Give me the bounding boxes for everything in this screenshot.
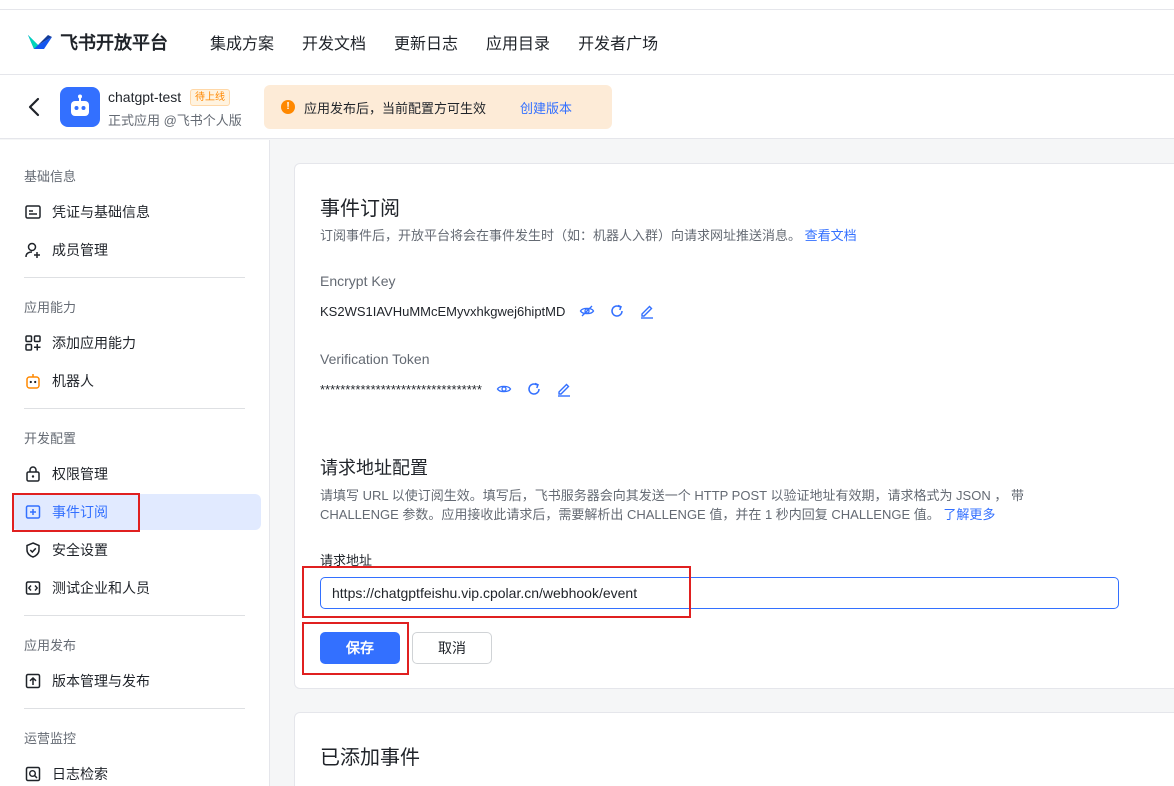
logo-text: 飞书开放平台 — [60, 33, 168, 53]
create-version-link[interactable]: 创建版本 — [520, 98, 572, 117]
sidebar-item-security[interactable]: 安全设置 — [12, 532, 261, 568]
learn-more-link[interactable]: 了解更多 — [943, 507, 995, 522]
verification-token-value: ******************************** — [320, 381, 482, 397]
sidebar-item-credentials[interactable]: 凭证与基础信息 — [12, 194, 261, 230]
sidebar-item-label: 添加应用能力 — [52, 335, 136, 351]
sidebar-item-label: 版本管理与发布 — [52, 673, 150, 689]
sidebar-item-label: 权限管理 — [52, 466, 108, 482]
sidebar-item-label: 日志检索 — [52, 766, 108, 782]
sidebar-group-dev-config: 开发配置 — [24, 431, 77, 446]
id-card-icon — [25, 205, 41, 219]
sidebar-item-permissions[interactable]: 权限管理 — [12, 456, 261, 492]
sidebar-item-label: 安全设置 — [52, 542, 108, 558]
verification-token-label: Verification Token — [320, 351, 430, 367]
added-events-title: 已添加事件 — [320, 747, 420, 769]
sidebar-divider — [24, 615, 245, 616]
app-header: chatgpt-test 待上线 正式应用 @飞书个人版 ! 应用发布后，当前配… — [0, 75, 1174, 139]
back-arrow-icon[interactable] — [24, 95, 44, 119]
request-description: 请填写 URL 以使订阅生效。填写后，飞书服务器会向其发送一个 HTTP POS… — [320, 486, 1024, 524]
sidebar-item-add-capability[interactable]: 添加应用能力 — [12, 325, 261, 361]
shield-icon — [26, 542, 40, 558]
refresh-icon[interactable] — [526, 381, 542, 397]
sidebar-item-logs[interactable]: 日志检索 — [12, 756, 261, 786]
sidebar-divider — [24, 708, 245, 709]
cancel-button[interactable]: 取消 — [412, 632, 492, 664]
nav-changelog[interactable]: 更新日志 — [394, 30, 458, 54]
logo[interactable]: 飞书开放平台 — [26, 29, 168, 55]
request-config-title: 请求地址配置 — [320, 458, 428, 478]
request-desc-line2-wrap: CHALLENGE 参数。应用接收此请求后，需要解析出 CHALLENGE 值，… — [320, 505, 1024, 524]
event-subscription-card: 事件订阅 订阅事件后，开放平台将会在事件发生时（如：机器人入群）向请求网址推送消… — [294, 163, 1174, 689]
app-avatar — [60, 87, 100, 127]
nav-integration[interactable]: 集成方案 — [210, 30, 274, 54]
edit-icon[interactable] — [639, 303, 655, 319]
publish-notice: ! 应用发布后，当前配置方可生效 创建版本 — [264, 85, 612, 129]
sidebar-group-ops: 运营监控 — [24, 731, 77, 746]
code-icon — [25, 581, 41, 595]
encrypt-key-label: Encrypt Key — [320, 273, 396, 289]
nav-app-directory[interactable]: 应用目录 — [486, 30, 550, 54]
event-section-title: 事件订阅 — [320, 198, 400, 220]
robot-avatar-icon — [71, 94, 89, 116]
notice-text: 应用发布后，当前配置方可生效 — [304, 100, 487, 116]
eye-hidden-icon[interactable] — [579, 303, 595, 319]
sidebar-item-members[interactable]: 成员管理 — [12, 232, 261, 268]
browser-strip — [0, 0, 1174, 10]
sidebar-group-publish: 应用发布 — [24, 638, 77, 653]
event-desc-text: 订阅事件后，开放平台将会在事件发生时（如：机器人入群）向请求网址推送消息。 — [320, 228, 802, 243]
log-search-icon — [25, 766, 41, 782]
encrypt-key-row: KS2WS1IAVHuMMcEMyvxhkgwej6hiptMD — [320, 303, 655, 319]
event-description: 订阅事件后，开放平台将会在事件发生时（如：机器人入群）向请求网址推送消息。 查看… — [320, 226, 857, 245]
sidebar-item-versions[interactable]: 版本管理与发布 — [12, 663, 261, 699]
lock-icon — [26, 466, 40, 482]
sidebar-item-event-subscription[interactable]: 事件订阅 — [12, 494, 261, 530]
grid-add-icon — [25, 335, 41, 351]
sidebar-item-robot[interactable]: 机器人 — [12, 363, 261, 399]
sidebar-item-label: 事件订阅 — [52, 504, 108, 520]
warning-icon: ! — [281, 100, 295, 114]
request-desc-line1: 请填写 URL 以使订阅生效。填写后，飞书服务器会向其发送一个 HTTP POS… — [320, 488, 1024, 503]
added-events-card: 已添加事件 — [294, 712, 1174, 786]
nav-links: 集成方案 开发文档 更新日志 应用目录 开发者广场 — [210, 30, 686, 54]
robot-icon — [26, 374, 40, 389]
sidebar-item-label: 机器人 — [52, 373, 94, 389]
nav-docs[interactable]: 开发文档 — [302, 30, 366, 54]
request-url-label: 请求地址 — [320, 553, 373, 568]
view-docs-link[interactable]: 查看文档 — [805, 228, 857, 243]
sidebar-item-label: 凭证与基础信息 — [52, 204, 150, 220]
upload-icon — [25, 673, 41, 689]
edit-icon[interactable] — [556, 381, 572, 397]
sidebar-divider — [24, 408, 245, 409]
sidebar-item-label: 测试企业和人员 — [52, 580, 150, 596]
eye-icon[interactable] — [496, 381, 512, 397]
user-add-icon — [25, 242, 40, 258]
subscribe-icon — [25, 505, 41, 519]
sidebar-divider — [24, 277, 245, 278]
feishu-logo-icon — [28, 35, 52, 49]
verification-token-row: ******************************** — [320, 381, 572, 397]
sidebar-group-capability: 应用能力 — [24, 300, 77, 315]
save-button[interactable]: 保存 — [320, 632, 400, 664]
app-subtitle: 正式应用 @飞书个人版 — [108, 113, 242, 128]
sidebar-group-basic: 基础信息 — [24, 169, 77, 184]
sidebar-item-test-org[interactable]: 测试企业和人员 — [12, 570, 261, 606]
request-url-input[interactable] — [320, 577, 1119, 609]
encrypt-key-value: KS2WS1IAVHuMMcEMyvxhkgwej6hiptMD — [320, 303, 566, 319]
request-desc-line2: CHALLENGE 参数。应用接收此请求后，需要解析出 CHALLENGE 值，… — [320, 507, 940, 522]
refresh-icon[interactable] — [609, 303, 625, 319]
app-name: chatgpt-test — [108, 89, 182, 105]
nav-developer-square[interactable]: 开发者广场 — [578, 30, 658, 54]
sidebar-item-label: 成员管理 — [52, 242, 108, 258]
top-navigation: 飞书开放平台 集成方案 开发文档 更新日志 应用目录 开发者广场 — [0, 10, 1174, 75]
sidebar: 基础信息 凭证与基础信息 成员管理 应用能力 添加应用能力 机器人 开发配置 权… — [0, 140, 270, 786]
status-badge: 待上线 — [190, 89, 230, 106]
